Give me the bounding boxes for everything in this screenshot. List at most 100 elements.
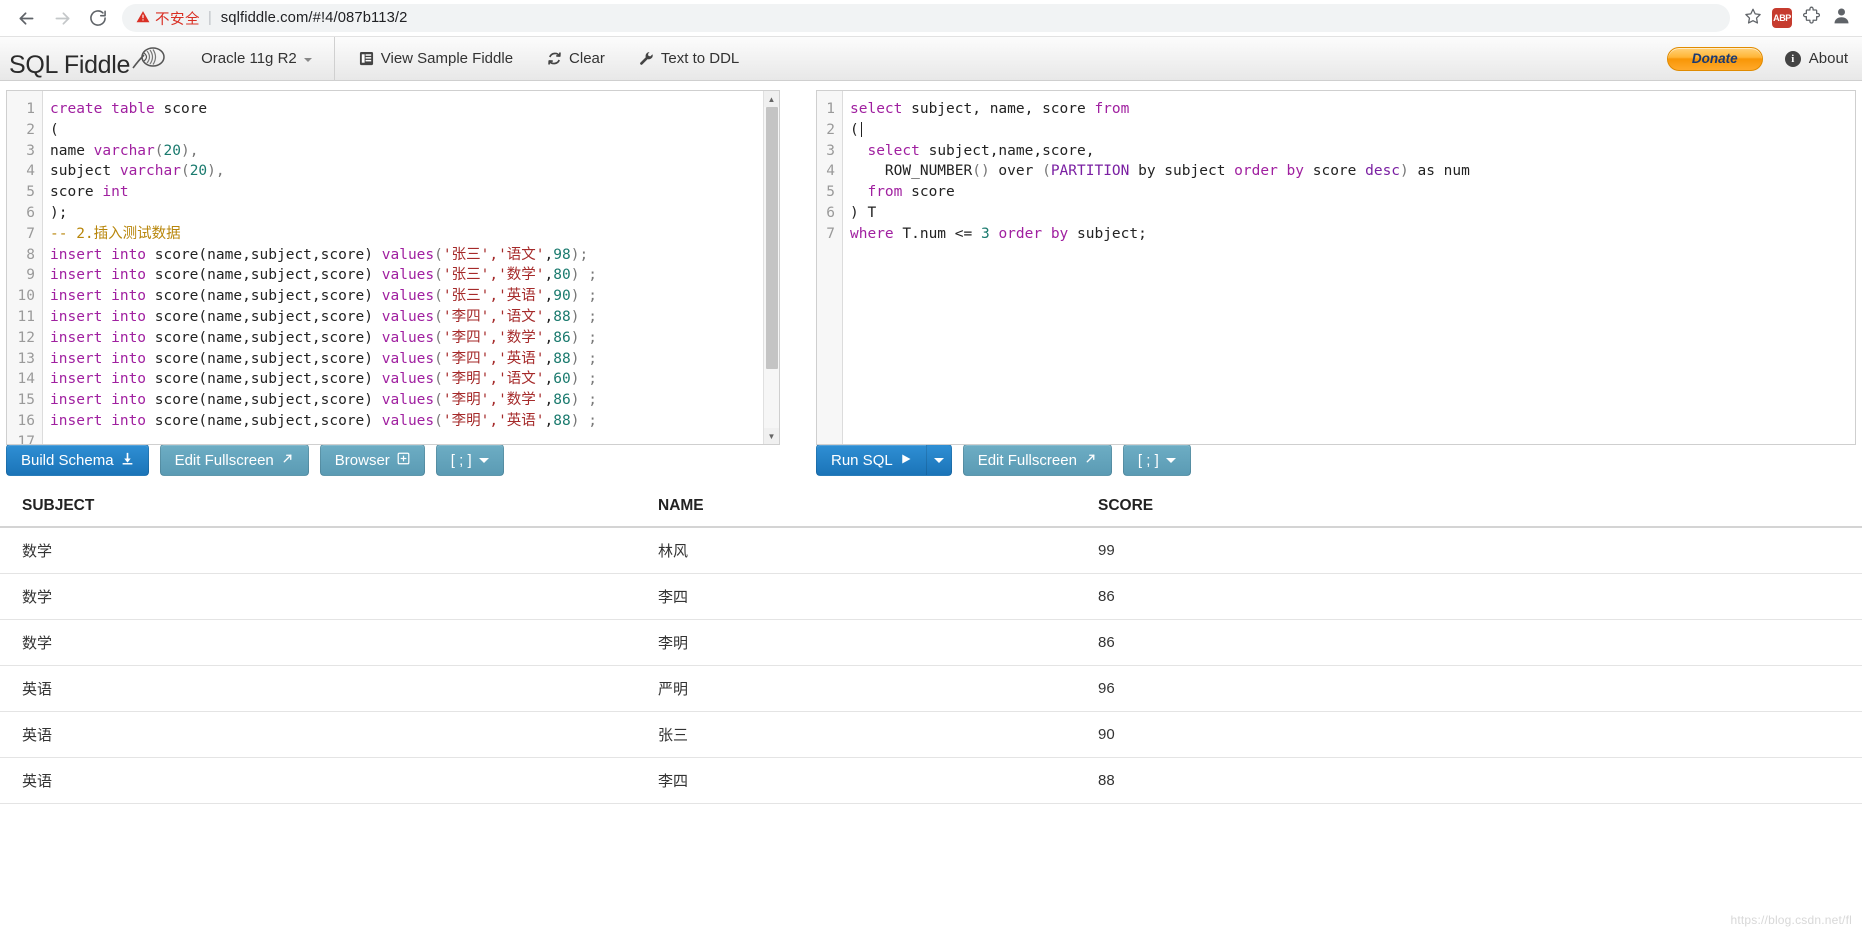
code-line: ( — [850, 120, 1855, 141]
code-line: name varchar(20), — [50, 141, 779, 162]
code-token: ) T — [850, 204, 877, 221]
clear-button[interactable]: Clear — [530, 37, 622, 80]
caret-down-icon — [933, 457, 944, 463]
query-editor[interactable]: 1 2 3 4 5 6 7 select subject, name, score from… — [816, 90, 1856, 445]
query-separator-menu-button[interactable]: [ ; ] — [1122, 444, 1191, 476]
code-token: '张三','数学' — [442, 267, 545, 284]
results-column-header: SCORE — [1076, 486, 1862, 528]
run-sql-button[interactable]: Run SQL — [816, 444, 926, 476]
avatar-icon[interactable] — [1831, 5, 1852, 31]
code-token: ); — [50, 204, 68, 221]
results-column-header: NAME — [636, 486, 1076, 528]
schema-editor[interactable]: 1 2 3 4 5 6 7 8 9 10 11 12 13 14 15 16 17 create table s… — [6, 90, 780, 445]
download-icon — [121, 452, 134, 469]
code-token: values — [381, 392, 435, 409]
code-token: ( — [434, 412, 443, 429]
address-bar[interactable]: 不安全 | sqlfiddle.com/#!4/087b113/2 — [122, 4, 1730, 32]
schema-code-area[interactable]: create table score(name varchar(20), subj… — [43, 91, 779, 444]
omnibox-separator: | — [208, 10, 212, 26]
watermark-text: https://blog.csdn.net/fl — [1730, 913, 1852, 927]
table-cell: 李四 — [636, 757, 1076, 804]
line-number: 1 — [826, 101, 835, 117]
donate-button[interactable]: Donate — [1666, 46, 1763, 71]
schema-scroll-track[interactable] — [763, 107, 779, 428]
plus-box-icon — [397, 452, 410, 469]
line-number: 8 — [26, 246, 35, 263]
text-to-ddl-button[interactable]: Text to DDL — [622, 37, 756, 80]
puzzle-icon[interactable] — [1802, 6, 1821, 30]
table-row: 数学 李四 86 — [0, 573, 1862, 620]
database-engine-select[interactable]: Oracle 11g R2 — [173, 37, 334, 80]
code-line: insert into score(name,subject,score) va… — [50, 369, 779, 390]
forward-icon[interactable] — [46, 2, 78, 34]
code-line: score int — [50, 182, 779, 203]
schema-separator-menu-button[interactable]: [ ; ] — [435, 444, 504, 476]
table-row: 英语 严明 96 — [0, 665, 1862, 712]
schema-panel: 1 2 3 4 5 6 7 8 9 10 11 12 13 14 15 16 17 create table s… — [6, 90, 780, 445]
code-token: () — [972, 163, 990, 180]
query-edit-fullscreen-button[interactable]: Edit Fullscreen — [962, 444, 1112, 476]
brand-label: SQL Fiddle — [9, 51, 131, 79]
code-line: create table score — [50, 99, 779, 120]
code-token: ( — [434, 267, 443, 284]
code-token: ( — [850, 121, 859, 138]
code-token: ) ; — [570, 392, 597, 409]
query-line-numbers: 1 2 3 4 5 6 7 — [817, 91, 843, 444]
table-cell: 96 — [1076, 665, 1862, 712]
code-token: , — [544, 288, 554, 305]
results-header-row: SUBJECT NAME SCORE — [0, 486, 1862, 528]
line-number: 6 — [826, 204, 835, 221]
schema-scroll-thumb[interactable] — [765, 107, 778, 369]
code-token: as num — [1408, 163, 1470, 180]
code-token: '张三','语文' — [442, 246, 545, 263]
code-token: over — [989, 163, 1043, 180]
code-token: values — [381, 329, 435, 346]
code-token: from — [1094, 101, 1130, 117]
url-text: sqlfiddle.com/#!4/087b113/2 — [220, 10, 408, 26]
expand-icon — [1084, 452, 1097, 469]
code-token: ( — [1042, 163, 1051, 180]
browser-toolbar: 不安全 | sqlfiddle.com/#!4/087b113/2 ABP — [0, 0, 1862, 37]
line-number: 14 — [17, 371, 35, 388]
about-button[interactable]: i About — [1784, 50, 1848, 67]
browser-button[interactable]: Browser — [319, 444, 425, 476]
page-root: 不安全 | sqlfiddle.com/#!4/087b113/2 ABP SQ… — [0, 0, 1862, 934]
line-number: 5 — [826, 184, 835, 201]
chevron-down-icon — [303, 57, 312, 62]
extension-abp-icon[interactable]: ABP — [1772, 8, 1792, 28]
code-token: (name,subject,score) — [198, 288, 382, 305]
code-token: ( — [434, 392, 443, 409]
about-label: About — [1808, 50, 1848, 67]
wrench-icon — [639, 51, 654, 66]
line-number: 16 — [17, 412, 35, 429]
line-number: 4 — [26, 163, 35, 180]
scroll-up-icon[interactable]: ▲ — [763, 91, 779, 107]
scroll-down-icon[interactable]: ▼ — [763, 428, 779, 444]
code-token: ( — [434, 288, 443, 305]
query-edit-fullscreen-label: Edit Fullscreen — [977, 451, 1077, 469]
brand-logo[interactable]: SQL Fiddle — [0, 37, 173, 80]
build-schema-button[interactable]: Build Schema — [6, 444, 149, 476]
play-icon — [900, 452, 912, 469]
star-icon[interactable] — [1744, 7, 1762, 30]
table-row: 英语 张三 90 — [0, 711, 1862, 758]
code-line: ROW_NUMBER() over (PARTITION by subject … — [850, 161, 1855, 182]
toolbar-right-group: Donate i About — [1666, 46, 1862, 71]
code-token: 86 — [553, 329, 571, 346]
code-token: insert into — [50, 308, 155, 325]
view-sample-fiddle-button[interactable]: View Sample Fiddle — [335, 37, 530, 80]
run-sql-label: Run SQL — [831, 451, 893, 469]
query-code-area[interactable]: select subject, name, score from( select… — [843, 91, 1855, 444]
schema-edit-fullscreen-button[interactable]: Edit Fullscreen — [159, 444, 309, 476]
text-to-ddl-label: Text to DDL — [660, 50, 740, 67]
back-icon[interactable] — [10, 2, 42, 34]
code-token: order by — [1234, 163, 1304, 180]
code-token: score — [154, 267, 199, 284]
schema-scrollbar[interactable]: ▲ ▼ — [763, 91, 779, 444]
code-token: values — [381, 350, 435, 367]
reload-icon[interactable] — [82, 2, 114, 34]
run-sql-dropdown-button[interactable] — [925, 444, 952, 476]
code-token: '李明','英语' — [442, 412, 545, 429]
line-number: 10 — [17, 288, 35, 305]
